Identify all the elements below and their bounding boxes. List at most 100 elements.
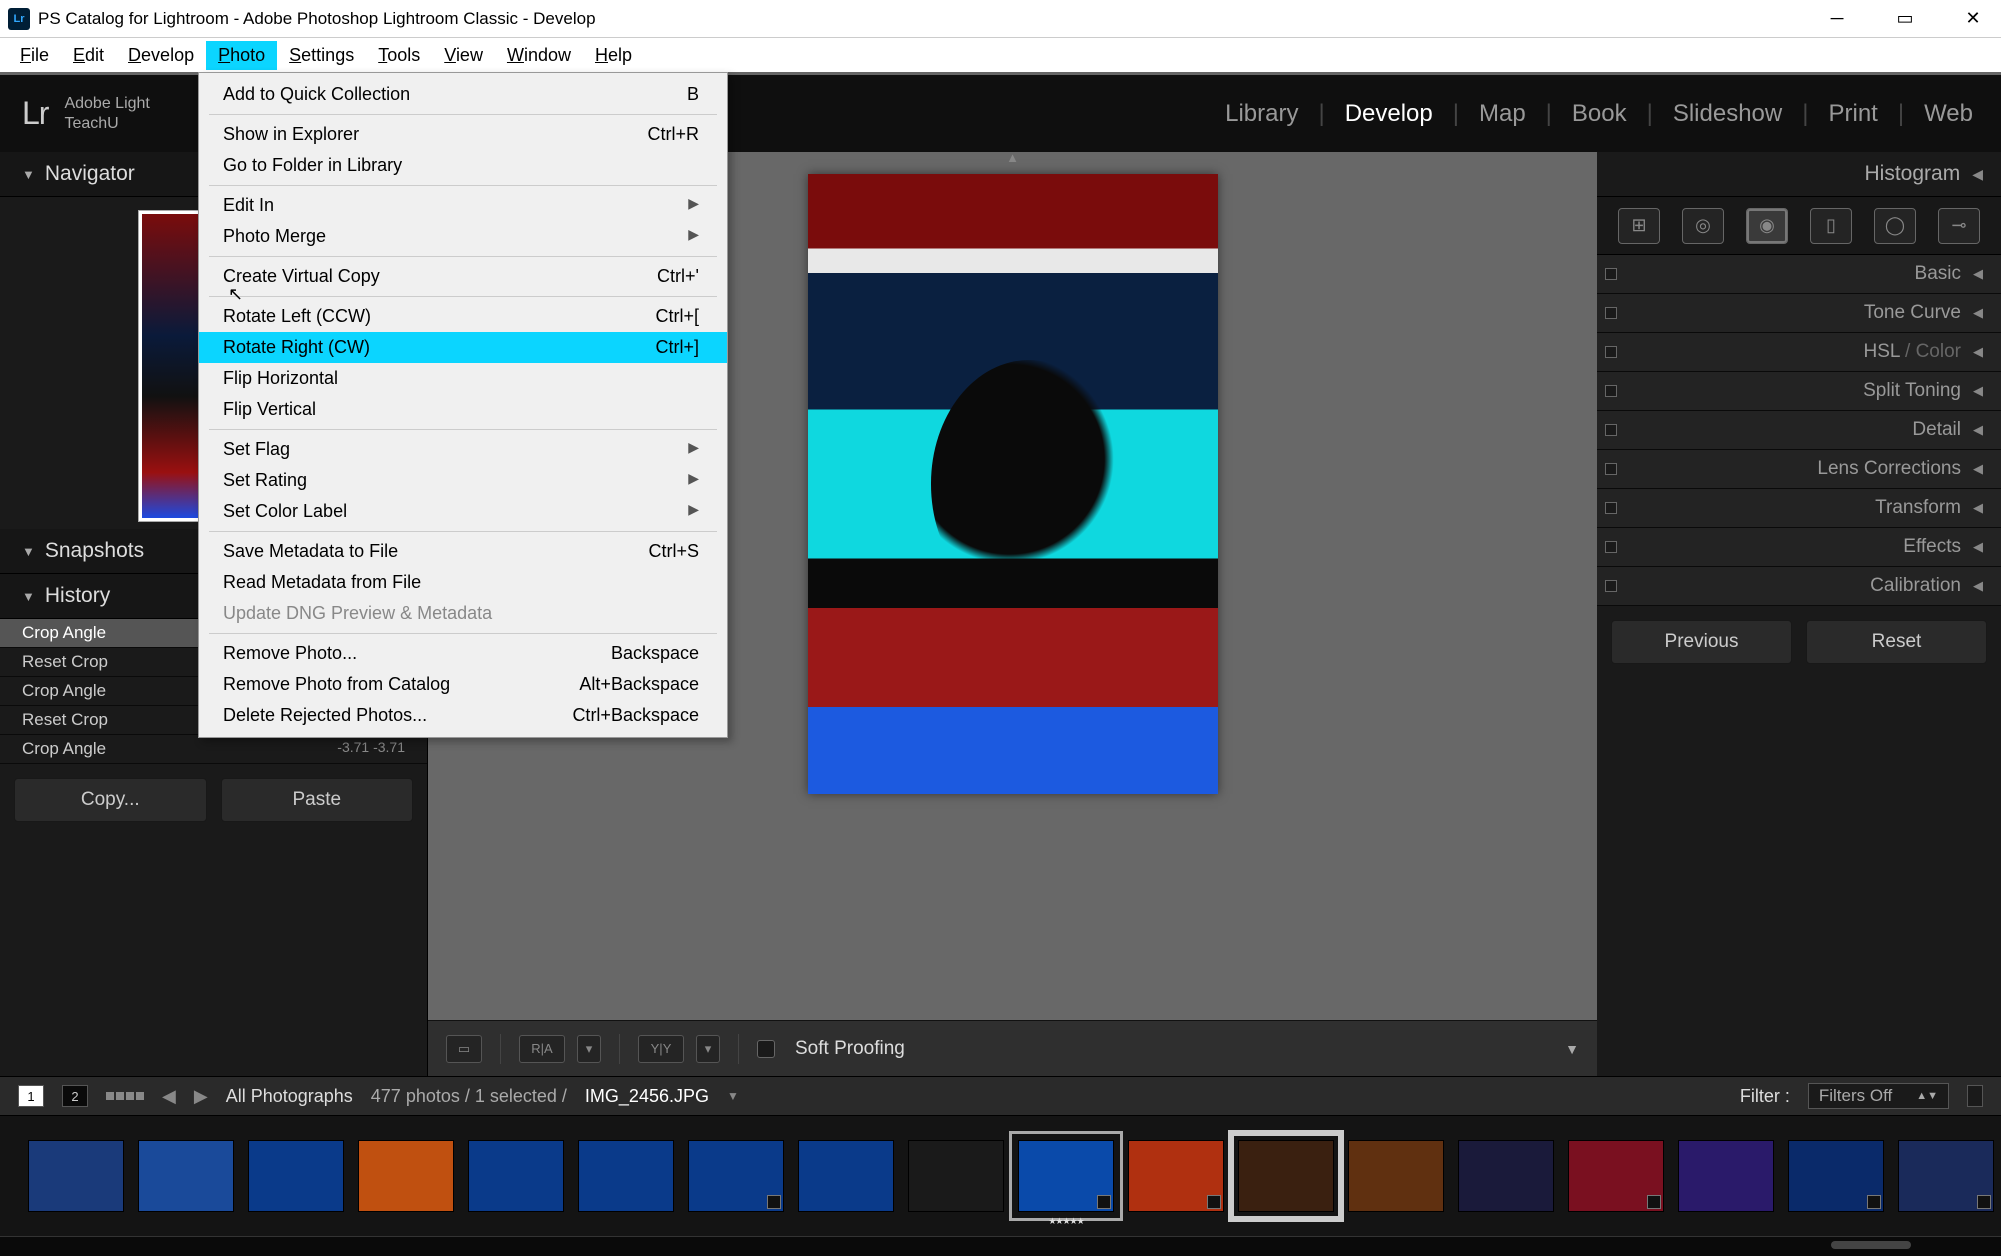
redeye-tool-icon[interactable]: ◉	[1746, 208, 1788, 244]
menu-item-create-virtual-copy[interactable]: Create Virtual CopyCtrl+'	[199, 261, 727, 292]
menu-item-edit-in[interactable]: Edit In▶	[199, 190, 727, 221]
menu-item-read-metadata-from-file[interactable]: Read Metadata from File	[199, 567, 727, 598]
filename-dropdown-icon[interactable]: ▼	[727, 1089, 739, 1103]
filmstrip-scrollbar[interactable]	[1831, 1241, 1911, 1249]
panel-collapse-icon[interactable]: ◀	[1973, 266, 1983, 282]
module-library[interactable]: Library	[1219, 100, 1304, 128]
before-after-arrow-button[interactable]: ▾	[577, 1035, 601, 1063]
menu-edit[interactable]: Edit	[61, 41, 116, 70]
panel-collapse-icon[interactable]: ◀	[1973, 305, 1983, 321]
filmstrip-thumb[interactable]	[28, 1140, 124, 1212]
spot-removal-icon[interactable]: ◎	[1682, 208, 1724, 244]
main-photo[interactable]	[808, 174, 1218, 794]
before-after-yy-arrow-button[interactable]: ▾	[696, 1035, 720, 1063]
menu-item-delete-rejected-photos[interactable]: Delete Rejected Photos...Ctrl+Backspace	[199, 700, 727, 731]
graduated-filter-icon[interactable]: ▯	[1810, 208, 1852, 244]
panel-toggle-icon[interactable]	[1605, 424, 1617, 436]
module-book[interactable]: Book	[1566, 100, 1633, 128]
menu-item-photo-merge[interactable]: Photo Merge▶	[199, 221, 727, 252]
minimize-button[interactable]: ─	[1817, 8, 1857, 29]
panel-calibration[interactable]: Calibration◀	[1597, 567, 2001, 606]
before-after-yy-button[interactable]: Y|Y	[638, 1035, 684, 1063]
loupe-view-button[interactable]: ▭	[446, 1035, 482, 1063]
menu-help[interactable]: Help	[583, 41, 644, 70]
crop-tool-icon[interactable]: ⊞	[1618, 208, 1660, 244]
filmstrip-thumb[interactable]	[578, 1140, 674, 1212]
panel-hsl-color[interactable]: HSL / Color◀	[1597, 333, 2001, 372]
before-after-ra-button[interactable]: R|A	[519, 1035, 565, 1063]
module-web[interactable]: Web	[1918, 100, 1979, 128]
module-slideshow[interactable]: Slideshow	[1667, 100, 1788, 128]
filmstrip-thumb[interactable]	[688, 1140, 784, 1212]
menu-window[interactable]: Window	[495, 41, 583, 70]
filmstrip-thumb[interactable]	[1788, 1140, 1884, 1212]
panel-transform[interactable]: Transform◀	[1597, 489, 2001, 528]
filmstrip-thumb[interactable]	[908, 1140, 1004, 1212]
histogram-header[interactable]: Histogram◀	[1597, 152, 2001, 197]
panel-collapse-icon[interactable]: ◀	[1973, 539, 1983, 555]
filter-select[interactable]: Filters Off▲▼	[1808, 1083, 1949, 1109]
filmstrip-thumb[interactable]	[1238, 1140, 1334, 1212]
grid-view-icon[interactable]	[106, 1092, 144, 1100]
filmstrip-thumb[interactable]	[468, 1140, 564, 1212]
filmstrip-thumb[interactable]	[138, 1140, 234, 1212]
paste-button[interactable]: Paste	[221, 778, 414, 822]
filter-lock-icon[interactable]	[1967, 1085, 1983, 1107]
filmstrip-thumb[interactable]	[798, 1140, 894, 1212]
panel-toggle-icon[interactable]	[1605, 463, 1617, 475]
panel-detail[interactable]: Detail◀	[1597, 411, 2001, 450]
menu-file[interactable]: File	[8, 41, 61, 70]
menu-item-flip-horizontal[interactable]: Flip Horizontal	[199, 363, 727, 394]
panel-toggle-icon[interactable]	[1605, 385, 1617, 397]
menu-item-rotate-left-ccw[interactable]: Rotate Left (CCW)Ctrl+[	[199, 301, 727, 332]
panel-collapse-icon[interactable]: ◀	[1973, 383, 1983, 399]
close-button[interactable]: ✕	[1953, 8, 1993, 29]
panel-basic[interactable]: Basic◀	[1597, 255, 2001, 294]
menu-settings[interactable]: Settings	[277, 41, 366, 70]
filmstrip-source[interactable]: All Photographs	[226, 1086, 353, 1107]
module-develop[interactable]: Develop	[1339, 100, 1439, 128]
previous-button[interactable]: Previous	[1611, 620, 1792, 664]
panel-toggle-icon[interactable]	[1605, 346, 1617, 358]
menu-item-show-in-explorer[interactable]: Show in ExplorerCtrl+R	[199, 119, 727, 150]
panel-lens-corrections[interactable]: Lens Corrections◀	[1597, 450, 2001, 489]
filmstrip-thumb[interactable]	[1458, 1140, 1554, 1212]
maximize-button[interactable]: ▭	[1885, 8, 1925, 29]
panel-collapse-icon[interactable]: ◀	[1973, 578, 1983, 594]
filmstrip-thumb[interactable]	[1678, 1140, 1774, 1212]
panel-collapse-icon[interactable]: ◀	[1973, 344, 1983, 360]
panel-toggle-icon[interactable]	[1605, 268, 1617, 280]
menu-item-remove-photo[interactable]: Remove Photo...Backspace	[199, 638, 727, 669]
menu-item-remove-photo-from-catalog[interactable]: Remove Photo from CatalogAlt+Backspace	[199, 669, 727, 700]
menu-view[interactable]: View	[432, 41, 495, 70]
panel-toggle-icon[interactable]	[1605, 502, 1617, 514]
filmstrip-thumb[interactable]	[358, 1140, 454, 1212]
panel-toggle-icon[interactable]	[1605, 541, 1617, 553]
menu-item-rotate-right-cw[interactable]: Rotate Right (CW)Ctrl+]	[199, 332, 727, 363]
menu-tools[interactable]: Tools	[366, 41, 432, 70]
menu-item-add-to-quick-collection[interactable]: Add to Quick CollectionB	[199, 79, 727, 110]
panel-collapse-icon[interactable]: ◀	[1973, 422, 1983, 438]
panel-split-toning[interactable]: Split Toning◀	[1597, 372, 2001, 411]
panel-collapse-icon[interactable]: ◀	[1973, 461, 1983, 477]
panel-tone-curve[interactable]: Tone Curve◀	[1597, 294, 2001, 333]
soft-proofing-checkbox[interactable]	[757, 1040, 775, 1058]
menu-item-set-color-label[interactable]: Set Color Label▶	[199, 496, 727, 527]
filmstrip-filename[interactable]: IMG_2456.JPG	[585, 1086, 709, 1107]
filmstrip-thumb[interactable]	[1128, 1140, 1224, 1212]
filmstrip[interactable]: ★★★★★	[0, 1116, 2001, 1236]
menu-item-go-to-folder-in-library[interactable]: Go to Folder in Library	[199, 150, 727, 181]
filmstrip-thumb[interactable]	[1568, 1140, 1664, 1212]
module-print[interactable]: Print	[1822, 100, 1883, 128]
filmstrip-thumb[interactable]	[248, 1140, 344, 1212]
menu-photo[interactable]: Photo	[206, 41, 277, 70]
adjustment-brush-icon[interactable]: ⊸	[1938, 208, 1980, 244]
module-map[interactable]: Map	[1473, 100, 1532, 128]
copy-button[interactable]: Copy...	[14, 778, 207, 822]
radial-filter-icon[interactable]: ◯	[1874, 208, 1916, 244]
filmstrip-thumb[interactable]	[1898, 1140, 1994, 1212]
forward-arrow-icon[interactable]: ▶	[194, 1086, 208, 1107]
second-window-chip[interactable]: 2	[62, 1085, 88, 1107]
panel-collapse-icon[interactable]: ◀	[1973, 500, 1983, 516]
reset-button[interactable]: Reset	[1806, 620, 1987, 664]
